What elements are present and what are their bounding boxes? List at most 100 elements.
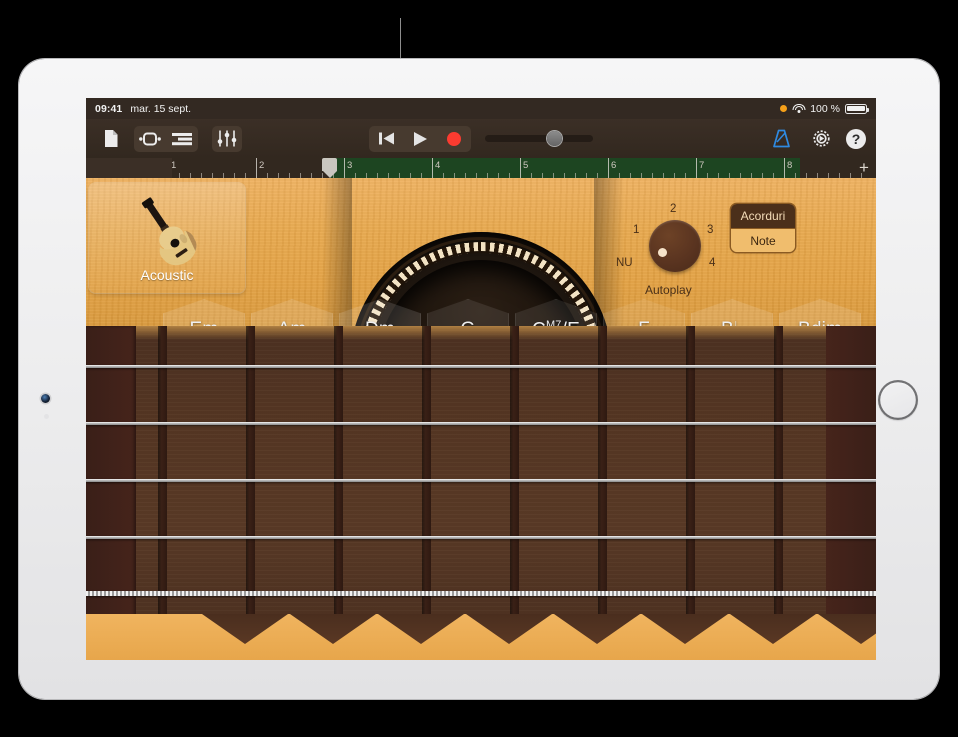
measure-label: 6: [611, 160, 616, 171]
status-date: mar. 15 sept.: [130, 103, 191, 115]
play-icon[interactable]: [403, 126, 437, 152]
document-icon[interactable]: [96, 126, 126, 152]
measure-line: [256, 158, 257, 178]
loop-browser-icon[interactable]: [134, 126, 166, 152]
autoplay-label-off: NU: [616, 257, 633, 269]
autoplay-label-1: 1: [633, 224, 639, 236]
autoplay-caption: Autoplay: [645, 283, 692, 297]
measure-label: 4: [435, 160, 440, 171]
ruler-measure: 4: [432, 158, 520, 178]
guitar-string[interactable]: [86, 479, 876, 482]
toolbar-right-group: ?: [766, 126, 866, 152]
ruler-measure: 6: [608, 158, 696, 178]
status-left: 09:41 mar. 15 sept.: [95, 103, 191, 115]
fretboard-bottom-band: [86, 614, 876, 660]
rewind-to-start-icon[interactable]: [369, 126, 403, 152]
mixer-sliders-glyph: [212, 126, 242, 152]
fretboard[interactable]: [86, 326, 876, 660]
chords-notes-switch: Acorduri Note: [731, 204, 795, 252]
measure-label: 8: [787, 160, 792, 171]
ruler-measure: 5: [520, 158, 608, 178]
segment-notes[interactable]: Note: [731, 228, 795, 252]
fret-marker-chevron: [554, 614, 640, 644]
fretboard-nut: [86, 326, 136, 660]
status-right: 100 %: [780, 103, 867, 115]
volume-slider-knob[interactable]: [547, 131, 562, 146]
ruler-measure: 1: [172, 158, 256, 178]
ruler-measure: 3: [344, 158, 432, 178]
fret-marker-chevron: [730, 614, 816, 644]
fret-bar: [686, 326, 695, 660]
battery-percent-label: 100 %: [810, 103, 840, 115]
home-button[interactable]: [878, 380, 918, 420]
measure-line: [696, 158, 697, 178]
track-instrument-name: Acoustic: [141, 267, 194, 283]
fret-marker-chevron: [466, 614, 552, 644]
fret-bar: [158, 326, 167, 660]
fret-marker-chevron: [290, 614, 376, 644]
autoplay-label-3: 3: [707, 224, 713, 236]
measure-line: [608, 158, 609, 178]
measure-line: [432, 158, 433, 178]
toolbar-left-group: [96, 126, 242, 152]
metronome-icon[interactable]: [766, 126, 796, 152]
playhead[interactable]: [322, 158, 337, 178]
autoplay-label-4: 4: [709, 257, 715, 269]
battery-icon: [845, 104, 867, 114]
track-view-icon[interactable]: [166, 126, 198, 152]
fret-marker-chevron: [202, 614, 288, 644]
status-bar: 09:41 mar. 15 sept. 100 %: [86, 98, 876, 119]
main-toolbar: ?: [86, 119, 876, 158]
instrument-area: Acoustic NU 1 2 3 4 Autoplay Acorduri No…: [86, 178, 876, 660]
measure-line: [344, 158, 345, 178]
ruler-measures[interactable]: 1 2 3 4 5 6 7 8 +: [172, 158, 876, 178]
add-track-button[interactable]: +: [856, 159, 872, 177]
measure-label: 2: [259, 160, 264, 171]
fret-marker-chevron: [818, 614, 876, 644]
measure-line: [520, 158, 521, 178]
acoustic-guitar-icon: [121, 194, 213, 266]
measure-label: 7: [699, 160, 704, 171]
record-dot-glyph: [447, 132, 461, 146]
recording-indicator-dot-icon: [780, 105, 787, 112]
guitar-string[interactable]: [86, 536, 876, 539]
ruler-measure: 7: [696, 158, 784, 178]
wifi-icon: [792, 104, 805, 114]
view-toggle-group: [134, 126, 198, 152]
playhead-body: [322, 158, 337, 171]
fretboard-end: [826, 326, 876, 660]
guitar-string[interactable]: [86, 591, 876, 596]
gear-icon[interactable]: [806, 126, 836, 152]
ruler-header-pad: [86, 158, 172, 178]
fret-bar: [246, 326, 255, 660]
guitar-string[interactable]: [86, 365, 876, 368]
autoplay-control: NU 1 2 3 4 Autoplay: [619, 200, 739, 305]
measure-label: 5: [523, 160, 528, 171]
track-header-card[interactable]: Acoustic: [89, 183, 245, 293]
autoplay-knob[interactable]: [649, 220, 701, 272]
ipad-screen: 09:41 mar. 15 sept. 100 %: [86, 98, 876, 660]
fret-bar: [510, 326, 519, 660]
master-volume-slider[interactable]: [485, 135, 593, 142]
playhead-tip: [323, 171, 337, 178]
fret-bar: [334, 326, 343, 660]
timeline-ruler: 1 2 3 4 5 6 7 8 +: [86, 158, 876, 178]
ambient-sensor: [44, 414, 49, 419]
measure-label: 1: [172, 160, 176, 171]
fret-marker-chevron: [642, 614, 728, 644]
autoplay-knob-indicator: [658, 248, 667, 257]
transport-buttons: [369, 126, 471, 152]
fret-bar: [598, 326, 607, 660]
segment-chords[interactable]: Acorduri: [731, 204, 795, 228]
measure-label: 3: [347, 160, 352, 171]
help-button[interactable]: ?: [846, 129, 866, 149]
record-icon[interactable]: [437, 126, 471, 152]
fretboard-top-glow: [86, 326, 876, 340]
status-time: 09:41: [95, 103, 122, 115]
autoplay-label-2: 2: [670, 203, 676, 215]
mixer-sliders-icon[interactable]: [212, 126, 242, 152]
guitar-string[interactable]: [86, 422, 876, 425]
fret-bar: [422, 326, 431, 660]
front-camera: [41, 394, 50, 403]
fret-marker-chevron: [378, 614, 464, 644]
